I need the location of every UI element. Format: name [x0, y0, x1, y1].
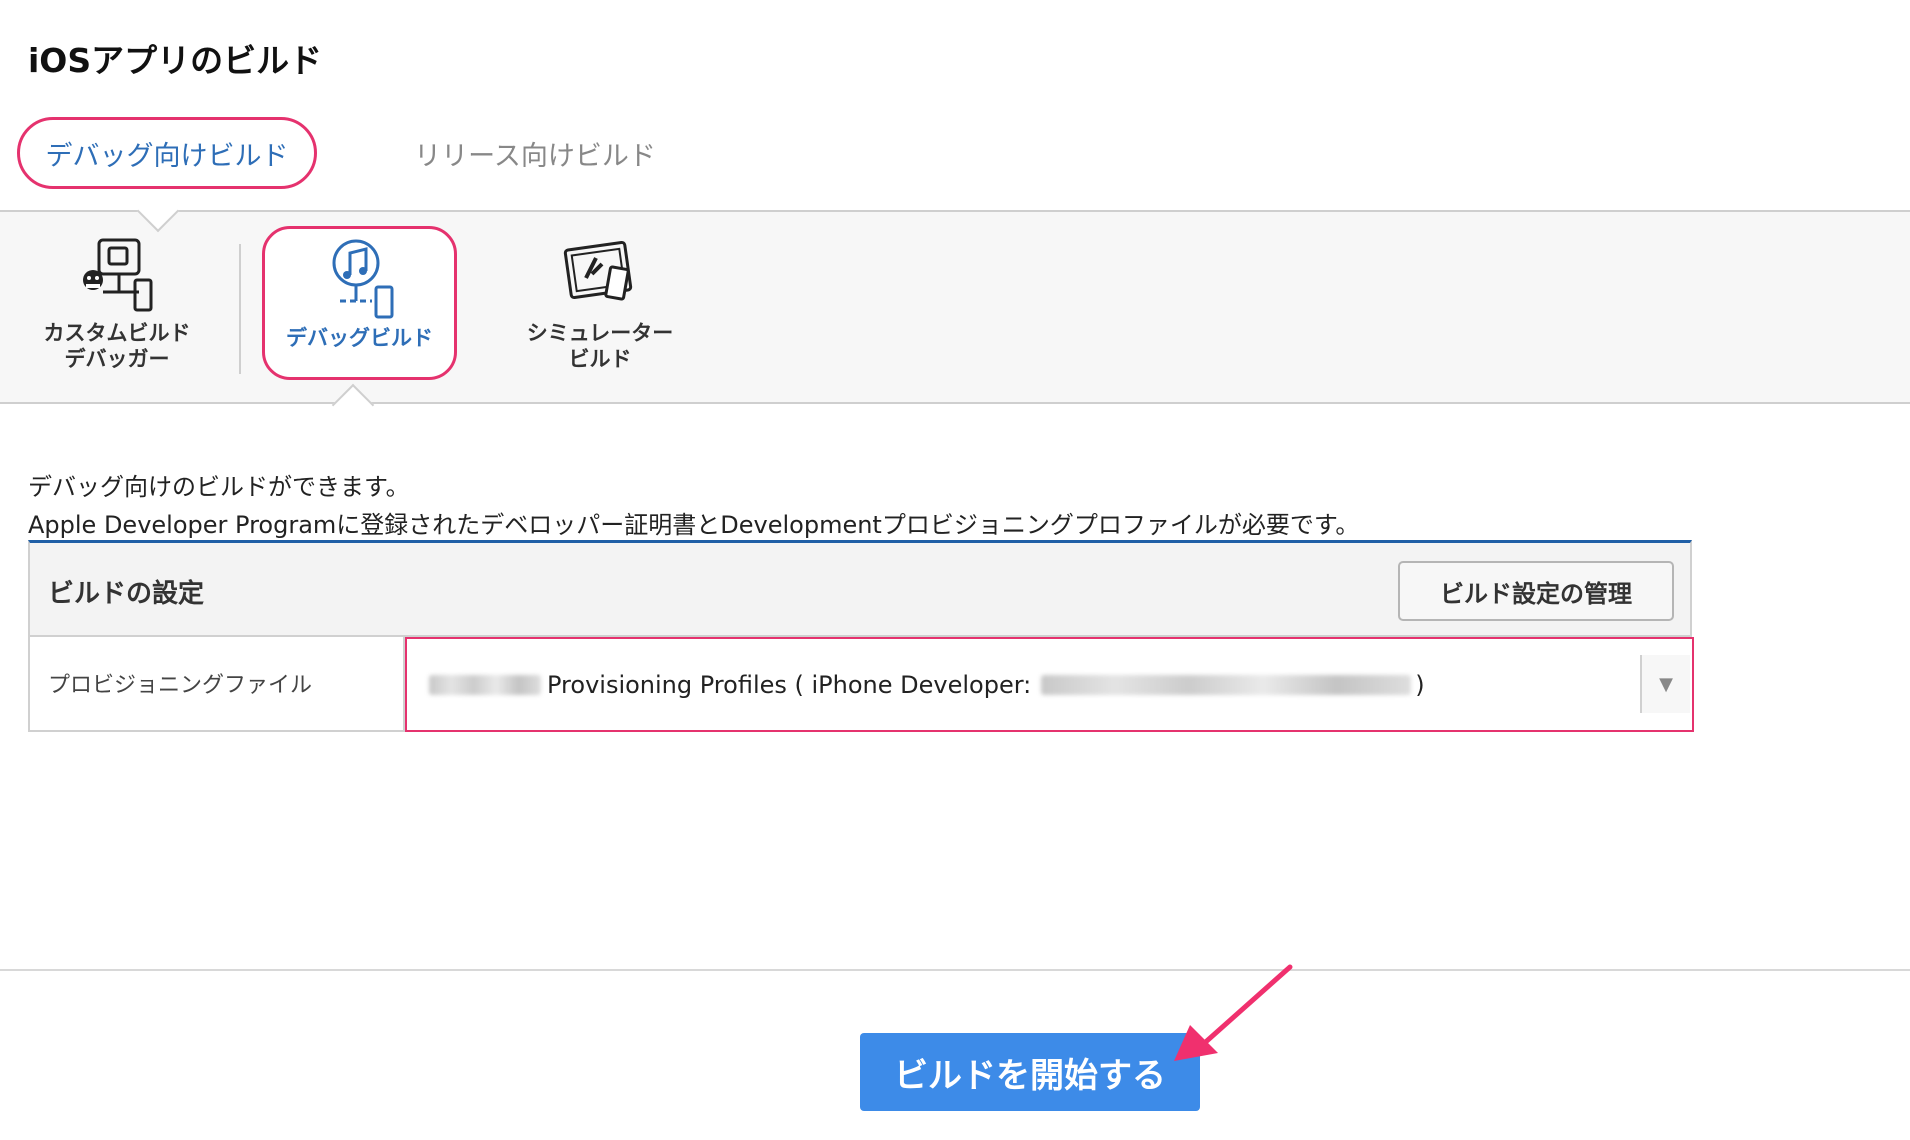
build-description: デバッグ向けのビルドができます。 Apple Developer Program…	[28, 468, 1359, 544]
build-settings-panel: ビルドの設定 ビルド設定の管理 プロビジョニングファイル Provisionin…	[28, 540, 1694, 732]
redacted-text	[1041, 674, 1412, 695]
build-type-simulator[interactable]: シミュレーター ビルド	[505, 228, 695, 378]
build-type-custom-debugger[interactable]: カスタムビルド デバッガー	[22, 228, 212, 378]
manage-build-settings-button[interactable]: ビルド設定の管理	[1398, 561, 1674, 621]
annotation-arrow-icon	[1174, 964, 1293, 1061]
tab-debug-build[interactable]: デバッグ向けビルド	[17, 117, 317, 189]
start-build-button[interactable]: ビルドを開始する	[860, 1033, 1200, 1111]
dropdown-arrow-icon[interactable]: ▼	[1640, 655, 1690, 713]
page-title: iOSアプリのビルド	[28, 41, 323, 80]
custom-build-debugger-icon	[83, 238, 153, 312]
provisioning-profile-select[interactable]: Provisioning Profiles ( iPhone Developer…	[405, 637, 1694, 732]
redacted-text	[429, 674, 541, 695]
build-settings-title: ビルドの設定	[48, 579, 205, 609]
provisioning-profile-value-suffix: )	[1415, 670, 1425, 699]
tab-debug-build-label: デバッグ向けビルド	[45, 140, 289, 172]
tab-release-build-label: リリース向けビルド	[414, 140, 656, 172]
build-type-custom-debugger-label: カスタムビルド デバッガー	[43, 321, 191, 371]
build-type-debug[interactable]: デバッグビルド	[262, 226, 457, 380]
footer-divider	[0, 969, 1910, 971]
description-line-1: デバッグ向けのビルドができます。	[28, 473, 410, 501]
provisioning-profile-value: Provisioning Profiles ( iPhone Developer…	[547, 670, 1032, 699]
provisioning-file-label: プロビジョニングファイル	[48, 673, 313, 698]
simulator-build-icon	[563, 240, 633, 301]
build-type-divider	[239, 244, 241, 374]
description-line-2: Apple Developer Programに登録されたデベロッパー証明書とD…	[28, 511, 1360, 539]
tab-release-build[interactable]: リリース向けビルド	[385, 117, 685, 189]
build-settings-header: ビルドの設定 ビルド設定の管理	[30, 543, 1690, 637]
debug-build-icon	[332, 239, 393, 319]
build-type-simulator-label: シミュレーター ビルド	[526, 321, 674, 371]
build-type-debug-label: デバッグビルド	[286, 326, 433, 350]
